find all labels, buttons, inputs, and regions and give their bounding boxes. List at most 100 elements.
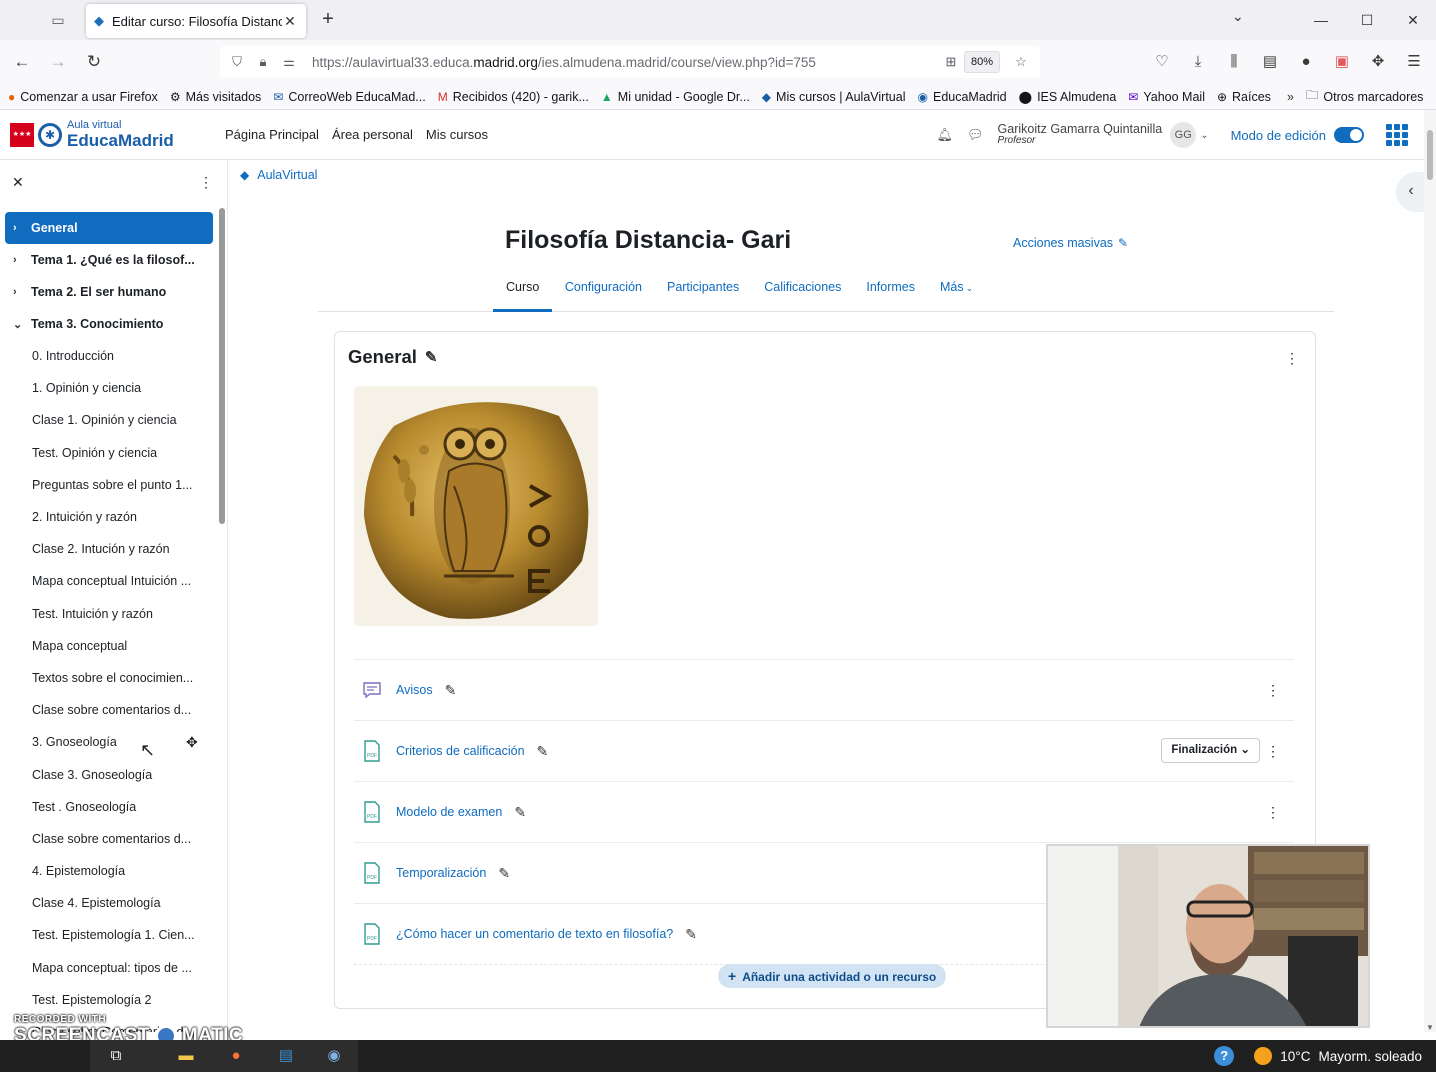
back-icon[interactable]: ← xyxy=(10,50,34,74)
course-index-activity[interactable]: Test. Opinión y ciencia xyxy=(5,437,213,469)
activity-options-kebab-icon[interactable]: ⋮ xyxy=(1266,743,1280,760)
drawer-scrollbar[interactable] xyxy=(219,208,225,524)
extensions-icon[interactable]: ✥ xyxy=(1364,50,1392,74)
course-index-activity[interactable]: 4. Epistemología xyxy=(5,855,213,887)
add-activity-button[interactable]: + Añadir una actividad o un recurso xyxy=(718,964,947,988)
scroll-down-arrow-icon[interactable]: ▼ xyxy=(1426,1023,1434,1032)
reader-mode-icon[interactable]: ⊞ xyxy=(938,54,964,70)
tab-participants[interactable]: Participantes xyxy=(667,272,739,312)
task-view-icon[interactable]: ⧉ xyxy=(106,1046,126,1066)
bookmark-star-icon[interactable]: ☆ xyxy=(1008,54,1034,70)
url-text[interactable]: https://aulavirtual33.educa.madrid.org/i… xyxy=(312,55,938,70)
nav-dashboard-link[interactable]: Área personal xyxy=(332,127,413,142)
course-index-activity[interactable]: 1. Opinión y ciencia xyxy=(5,372,213,404)
other-bookmarks[interactable]: 🗀 Otros marcadores xyxy=(1306,86,1424,107)
user-info[interactable]: Garikoitz Gamarra Quintanilla Profesor xyxy=(998,123,1163,147)
activity-item[interactable]: PDF Modelo de examen ✎ ⋮ xyxy=(354,782,1294,843)
course-index-activity[interactable]: 0. Introducción xyxy=(5,340,213,372)
apps-grid-icon[interactable] xyxy=(1386,124,1408,146)
sidebar-icon[interactable]: ▤ xyxy=(1256,50,1284,74)
download-extension-icon[interactable]: ▣ xyxy=(1328,50,1356,74)
grammarly-extension-icon[interactable]: ● xyxy=(1292,50,1320,74)
firefox-taskbar-icon[interactable]: ● xyxy=(226,1046,246,1066)
course-index-activity[interactable]: Textos sobre el conocimien... xyxy=(5,662,213,694)
close-tab-icon[interactable]: ✕ xyxy=(282,13,298,30)
document-icon[interactable]: ▤ xyxy=(276,1046,296,1066)
bookmark-item[interactable]: ⬤ IES Almudena xyxy=(1019,90,1117,104)
nav-home-link[interactable]: Página Principal xyxy=(225,127,319,142)
course-index-activity[interactable]: Clase 1. Opinión y ciencia xyxy=(5,404,213,436)
activity-name[interactable]: Modelo de examen xyxy=(396,805,502,819)
course-index-activity[interactable]: 3. Gnoseología xyxy=(5,726,213,758)
pencil-icon[interactable]: ✎ xyxy=(514,804,526,821)
tab-grades[interactable]: Calificaciones xyxy=(764,272,841,312)
tab-reports[interactable]: Informes xyxy=(866,272,915,312)
breadcrumb[interactable]: ◆ AulaVirtual xyxy=(240,168,317,182)
activity-name[interactable]: Criterios de calificación xyxy=(396,744,525,758)
list-all-tabs-icon[interactable]: ⌄ xyxy=(1232,8,1244,25)
edit-mode-toggle[interactable] xyxy=(1334,127,1364,143)
bookmark-item[interactable]: ◉ EducaMadrid xyxy=(918,90,1007,104)
bookmark-item[interactable]: ✉ CorreoWeb EducaMad... xyxy=(273,90,425,104)
pencil-icon[interactable]: ✎ xyxy=(685,926,697,943)
tab-settings[interactable]: Configuración xyxy=(565,272,642,312)
file-explorer-icon[interactable]: ▬ xyxy=(176,1046,196,1066)
user-menu-chevron-down-icon[interactable]: ⌄ xyxy=(1200,130,1208,141)
bookmark-item[interactable]: M Recibidos (420) - garik... xyxy=(438,90,589,104)
course-index-activity[interactable]: Mapa conceptual xyxy=(5,630,213,662)
tab-course[interactable]: Curso xyxy=(493,272,553,312)
new-tab-button[interactable]: + xyxy=(316,8,340,32)
pocket-icon[interactable]: ♡ xyxy=(1148,50,1176,74)
activity-item[interactable]: Avisos ✎ ⋮ xyxy=(354,660,1294,721)
activity-name[interactable]: Avisos xyxy=(396,683,433,697)
bulk-actions-link[interactable]: Acciones masivas ✎ xyxy=(1013,236,1128,250)
close-drawer-icon[interactable]: ✕ xyxy=(12,174,24,191)
course-index-activity[interactable]: 2. Intuición y razón xyxy=(5,501,213,533)
bookmark-item[interactable]: ⊕ Raíces xyxy=(1217,90,1271,104)
pencil-icon[interactable]: ✎ xyxy=(445,682,457,699)
library-icon[interactable]: ⫼ xyxy=(1220,50,1248,74)
course-index-activity[interactable]: Test. Epistemología 1. Cien... xyxy=(5,919,213,951)
course-index-activity[interactable]: Clase 4. Epistemología xyxy=(5,887,213,919)
weather-sun-icon[interactable] xyxy=(1254,1047,1273,1065)
chevron-right-icon[interactable]: › xyxy=(13,254,31,266)
pencil-icon[interactable]: ✎ xyxy=(425,348,438,366)
chevron-right-icon[interactable]: › xyxy=(13,222,31,234)
course-index-section-tema1[interactable]: › Tema 1. ¿Qué es la filosof... xyxy=(5,244,213,276)
section-options-kebab-icon[interactable]: ⋮ xyxy=(1285,350,1299,367)
course-index-activity[interactable]: Clase sobre comentarios d... xyxy=(5,694,213,726)
course-index-section-tema3[interactable]: ⌄ Tema 3. Conocimiento xyxy=(5,308,213,340)
bookmark-item[interactable]: ✉ Yahoo Mail xyxy=(1128,90,1205,104)
menu-icon[interactable]: ☰ xyxy=(1400,50,1428,74)
activity-name[interactable]: Temporalización xyxy=(396,866,486,880)
course-index-section-general[interactable]: › General xyxy=(5,212,213,244)
activity-name[interactable]: ¿Cómo hacer un comentario de texto en fi… xyxy=(396,927,673,941)
close-window-icon[interactable]: ✕ xyxy=(1390,0,1436,40)
course-index-activity[interactable]: Clase 3. Gnoseología xyxy=(5,758,213,790)
course-index-activity[interactable]: Clase 2. Intución y razón xyxy=(5,533,213,565)
bookmark-item[interactable]: ● Comenzar a usar Firefox xyxy=(8,90,158,104)
zoom-level-badge[interactable]: 80% xyxy=(963,51,1000,73)
educamadrid-logo[interactable]: ★★★ ✱ Aula virtual EducaMadrid xyxy=(10,120,174,149)
tracking-shield-icon[interactable]: ⛉ xyxy=(224,54,250,70)
drawer-options-kebab-icon[interactable]: ⋮ xyxy=(199,174,213,191)
tab-list-icon[interactable]: ▭ xyxy=(46,8,70,32)
bookmark-item[interactable]: ⚙ Más visitados xyxy=(170,90,262,104)
completion-dropdown[interactable]: Finalización ⌄ xyxy=(1161,738,1260,763)
bookmark-item[interactable]: ◆ Mis cursos | AulaVirtual xyxy=(762,90,906,104)
course-index-activity[interactable]: Test . Gnoseología xyxy=(5,791,213,823)
browser-tab-active[interactable]: ◆ Editar curso: Filosofía Distancia ✕ xyxy=(86,4,306,38)
pencil-icon[interactable]: ✎ xyxy=(498,865,510,882)
minimize-icon[interactable]: — xyxy=(1298,0,1344,40)
permissions-icon[interactable]: ⚌ xyxy=(276,54,302,70)
reload-icon[interactable]: ↻ xyxy=(82,50,106,74)
screencast-taskbar-icon[interactable]: ◉ xyxy=(324,1046,344,1066)
bookmark-item[interactable]: ▲ Mi unidad - Google Dr... xyxy=(601,90,750,104)
move-drag-icon[interactable]: ✥ xyxy=(186,734,198,751)
tab-more[interactable]: Más ⌄ xyxy=(940,272,973,312)
page-scrollbar[interactable]: ▼ xyxy=(1424,110,1436,1032)
address-bar[interactable]: ⛉ 🔒︎ ⚌ https://aulavirtual33.educa.madri… xyxy=(220,46,1040,78)
course-index-activity[interactable]: Test. Epistemología 2 xyxy=(5,984,213,1016)
forward-icon[interactable]: → xyxy=(46,50,70,74)
notifications-bell-icon[interactable]: 🔔︎ xyxy=(937,127,954,143)
